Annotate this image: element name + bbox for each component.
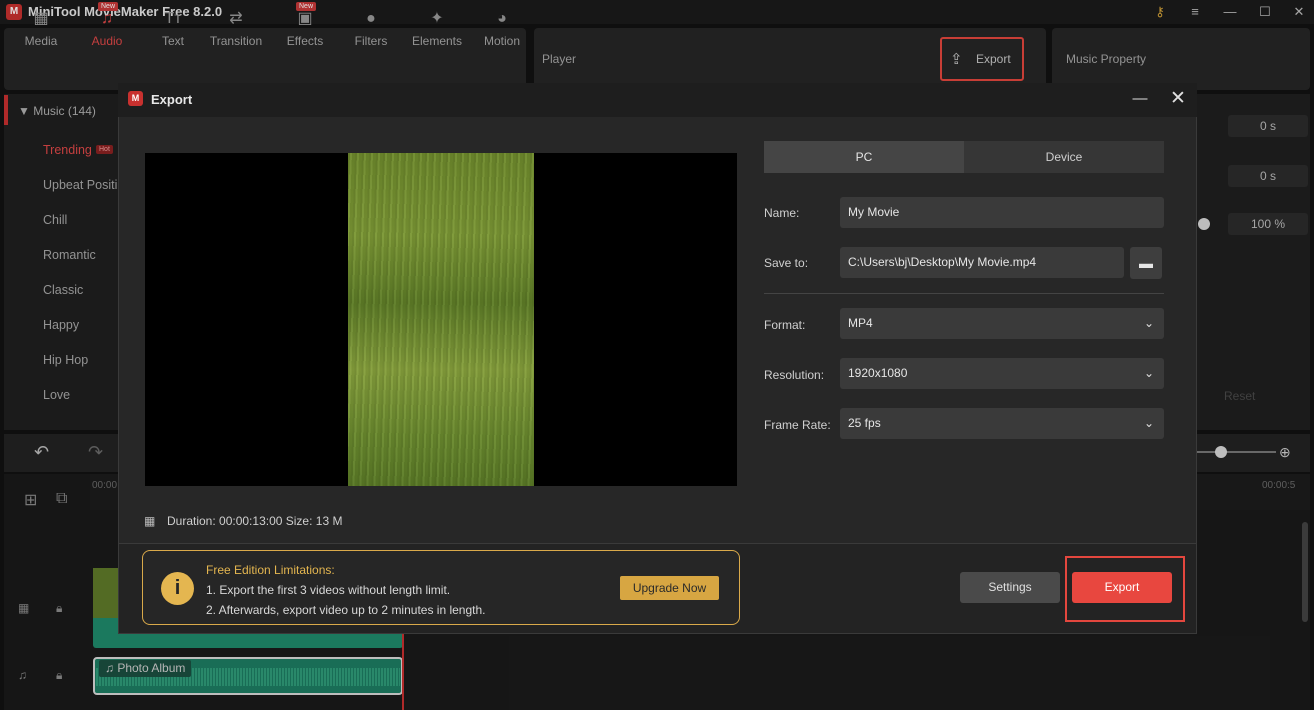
- format-value: MP4: [848, 316, 873, 330]
- name-input[interactable]: My Movie: [840, 197, 1164, 228]
- dialog-close-icon[interactable]: ✕: [1166, 88, 1190, 112]
- duration-size-info: Duration: 00:00:13:00 Size: 13 M: [167, 514, 343, 528]
- frame-rate-value: 25 fps: [848, 416, 881, 430]
- save-to-label: Save to:: [764, 256, 809, 270]
- preview-video-frame: [348, 153, 534, 486]
- name-label: Name:: [764, 206, 800, 220]
- dialog-logo-icon: M: [128, 91, 143, 106]
- limitation-line-1: 1. Export the first 3 videos without len…: [206, 583, 451, 597]
- resolution-select[interactable]: 1920x1080 ⌄: [840, 358, 1164, 389]
- export-button[interactable]: Export: [1072, 572, 1172, 603]
- resolution-label: Resolution:: [764, 368, 825, 382]
- frame-rate-label: Frame Rate:: [764, 418, 831, 432]
- info-icon: i: [161, 572, 194, 605]
- divider: [764, 293, 1164, 294]
- dialog-title: Export: [151, 92, 193, 107]
- chevron-down-icon: ⌄: [1143, 416, 1154, 430]
- format-label: Format:: [764, 318, 806, 332]
- limitations-title: Free Edition Limitations:: [206, 563, 335, 577]
- tab-pc[interactable]: PC: [764, 141, 964, 173]
- upgrade-now-button[interactable]: Upgrade Now: [620, 576, 719, 600]
- frame-rate-select[interactable]: 25 fps ⌄: [840, 408, 1164, 439]
- limitation-line-2: 2. Afterwards, export video up to 2 minu…: [206, 603, 486, 617]
- save-path-input[interactable]: C:\Users\bj\Desktop\My Movie.mp4: [840, 247, 1124, 278]
- dialog-title-bar: [118, 83, 1197, 117]
- film-icon: ▦: [144, 514, 156, 528]
- chevron-down-icon: ⌄: [1143, 316, 1154, 330]
- folder-icon: ▬: [1139, 255, 1153, 271]
- browse-folder-button[interactable]: ▬: [1130, 247, 1162, 279]
- chevron-down-icon: ⌄: [1143, 366, 1154, 380]
- tab-device[interactable]: Device: [964, 141, 1164, 173]
- format-select[interactable]: MP4 ⌄: [840, 308, 1164, 339]
- dialog-minimize-icon[interactable]: —: [1128, 88, 1152, 112]
- settings-button[interactable]: Settings: [960, 572, 1060, 603]
- resolution-value: 1920x1080: [848, 366, 908, 380]
